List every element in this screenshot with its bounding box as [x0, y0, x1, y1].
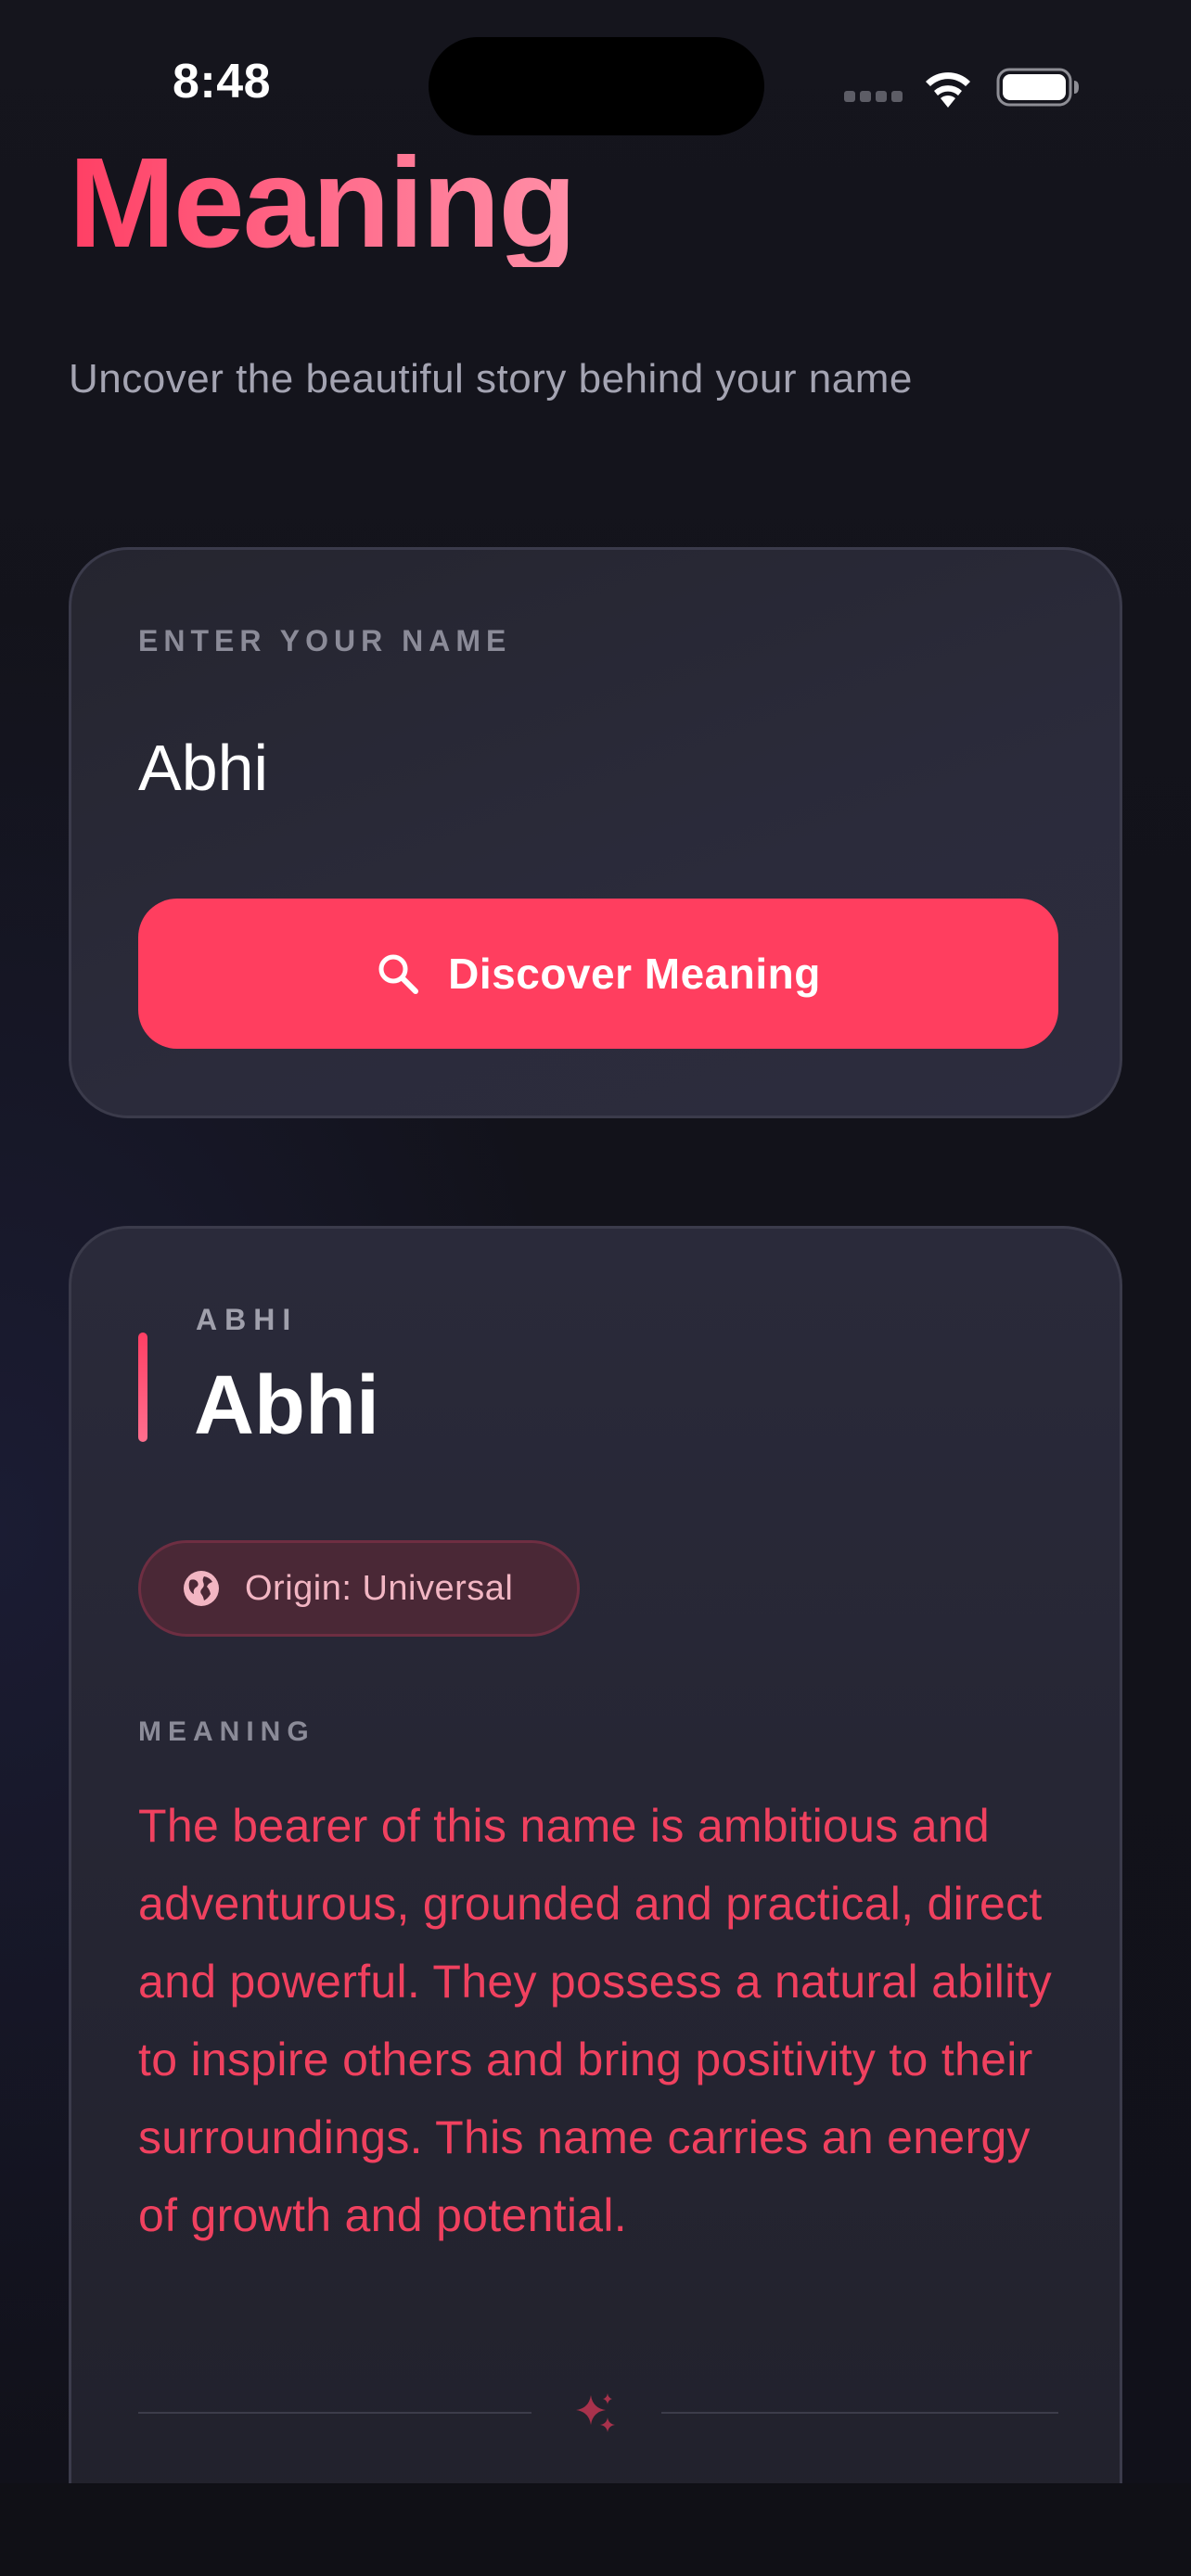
bottom-safe-area [0, 2483, 1191, 2576]
wifi-icon [926, 72, 970, 108]
meaning-text: The bearer of this name is ambitious and… [138, 1800, 1053, 2241]
result-name-caption: ABHI [196, 1303, 299, 1336]
origin-text: Origin: Universal [245, 1568, 514, 1608]
discover-button-label: Discover Meaning [448, 950, 821, 998]
status-bar: 8:48 [0, 0, 1191, 148]
page-title: Meaning [69, 132, 577, 274]
divider-line-left [138, 2412, 531, 2414]
divider-line-right [661, 2412, 1058, 2414]
search-icon [378, 954, 419, 994]
discover-meaning-button[interactable]: Discover Meaning [138, 899, 1058, 1049]
cellular-signal-icon [844, 91, 903, 104]
globe-icon [184, 1571, 219, 1606]
name-input-card: ENTER YOUR NAME Discover Meaning [69, 547, 1122, 1118]
accent-bar [138, 1333, 147, 1442]
name-input-label: ENTER YOUR NAME [138, 624, 512, 657]
origin-badge: Origin: Universal [138, 1540, 580, 1637]
result-name: Abhi [194, 1359, 379, 1452]
status-time: 8:48 [173, 55, 272, 108]
dynamic-island [429, 37, 764, 135]
meaning-label: MEANING [138, 1716, 315, 1747]
result-card: ABHI Abhi Origin: Universal MEANING The … [69, 1226, 1122, 2576]
app-screen: 8:48 Meaning Uncover the beautiful story… [0, 0, 1191, 2576]
page-subtitle: Uncover the beautiful story behind your … [69, 356, 913, 402]
battery-icon [996, 68, 1079, 107]
name-input[interactable] [138, 726, 1047, 810]
sparkle-icon [576, 2393, 615, 2432]
